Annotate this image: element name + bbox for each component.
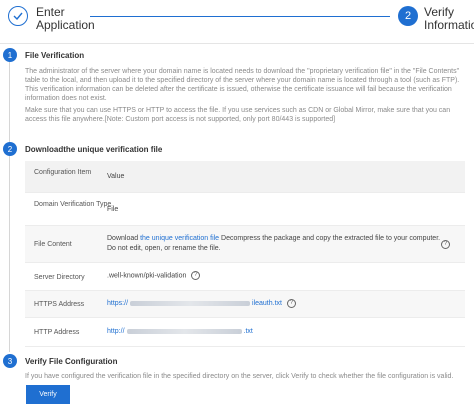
row-value: Download the unique verification file De… <box>107 234 442 254</box>
step-number: 2 <box>398 6 418 26</box>
row-key: Domain Verification Type <box>34 201 112 208</box>
file-content-text: Download <box>107 235 141 242</box>
table-row: Domain Verification Type File <box>25 193 465 226</box>
section-description: Make sure that you can use HTTPS or HTTP… <box>25 107 451 123</box>
timeline-line <box>9 156 10 352</box>
step-label: Enter Application <box>36 5 95 32</box>
https-address-link[interactable]: https://ileauth.txt <box>107 300 282 307</box>
row-key: HTTP Address <box>34 329 80 336</box>
row-value: https://ileauth.txt ? <box>107 299 296 309</box>
help-icon[interactable]: ? <box>191 271 201 280</box>
help-icon[interactable]: ? <box>441 240 450 249</box>
section-title: Verify File Configuration <box>25 357 118 366</box>
download-verification-file-link[interactable]: the unique verification file <box>140 235 219 242</box>
check-icon <box>8 6 28 26</box>
section-description: The administrator of the server where yo… <box>25 68 460 102</box>
step-enter-application: Enter Application <box>8 6 96 32</box>
verify-button[interactable]: Verify <box>26 385 70 404</box>
table-row: File Content Download the unique verific… <box>25 226 465 263</box>
section-marker: 3 <box>3 354 17 368</box>
column-header: Configuration Item <box>34 169 92 176</box>
row-key: File Content <box>34 241 72 248</box>
table-header: Configuration Item Value <box>25 161 465 193</box>
row-value: .well-known/pki-validation ? <box>107 271 201 281</box>
step-connector <box>90 16 390 17</box>
row-value: File <box>107 206 119 213</box>
timeline-line <box>9 62 10 144</box>
table-row: HTTPS Address https://ileauth.txt ? <box>25 291 465 318</box>
step-verify-information: 2 Verify Information <box>398 6 474 32</box>
section-title: Downloadthe unique verification file <box>25 145 163 154</box>
step-label: Verify Information <box>424 5 474 32</box>
section-marker: 2 <box>3 142 17 156</box>
row-value: http://.txt <box>107 327 253 337</box>
help-icon[interactable]: ? <box>286 299 296 308</box>
http-address-link[interactable]: http://.txt <box>107 328 253 335</box>
section-marker: 1 <box>3 48 17 62</box>
column-header: Value <box>107 173 125 180</box>
stepper: Enter Application 2 Verify Information <box>0 0 474 44</box>
table-row: Server Directory .well-known/pki-validat… <box>25 263 465 291</box>
section-description: If you have configured the verification … <box>25 373 454 380</box>
verification-table: Configuration Item Value Domain Verifica… <box>25 161 465 347</box>
table-row: HTTP Address http://.txt <box>25 318 465 347</box>
row-key: Server Directory <box>34 274 85 281</box>
server-directory-value: .well-known/pki-validation <box>107 272 187 280</box>
section-title: File Verification <box>25 51 85 60</box>
row-key: HTTPS Address <box>34 301 85 308</box>
